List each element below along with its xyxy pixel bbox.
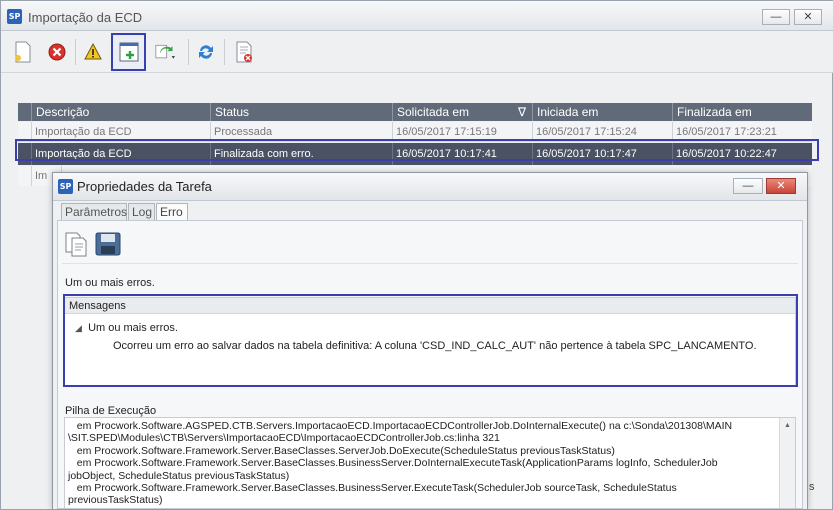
divider: [62, 263, 798, 264]
title-bar: SP Importação da ECD — ✕: [1, 1, 833, 31]
stack-trace-label: Pilha de Execução: [65, 405, 157, 417]
window-title: Importação da ECD: [28, 10, 143, 25]
selected-row-highlight: [15, 139, 819, 161]
tab-erro[interactable]: Erro: [156, 203, 188, 221]
task-properties-dialog: SP Propriedades da Tarefa — ✕ Parâmetros…: [52, 172, 808, 510]
column-header-solicitada-label: Solicitada em: [397, 105, 470, 119]
stack-trace-text: em Procwork.Software.AGSPED.CTB.Servers.…: [68, 420, 733, 507]
dialog-title: Propriedades da Tarefa: [77, 179, 212, 194]
app-logo-icon: SP: [7, 9, 22, 24]
close-button[interactable]: ✕: [794, 9, 822, 25]
messages-highlight: [63, 294, 798, 387]
delete-icon: [48, 43, 66, 61]
toolbar: [1, 31, 833, 73]
save-icon: [95, 232, 121, 256]
column-header-descricao[interactable]: Descrição: [32, 103, 211, 121]
refresh-icon: [199, 45, 213, 59]
copy-button[interactable]: [64, 229, 88, 257]
tab-parametros[interactable]: Parâmetros: [61, 203, 127, 221]
toolbar-separator: [188, 39, 189, 65]
delete-document-button[interactable]: [228, 35, 260, 69]
app-logo-icon: SP: [58, 179, 73, 194]
toolbar-separator: [224, 39, 225, 65]
dialog-minimize-button[interactable]: —: [733, 178, 763, 194]
stack-trace-box[interactable]: em Procwork.Software.AGSPED.CTB.Servers.…: [64, 417, 796, 509]
error-panel: Um ou mais erros. Mensagens ◢ Um ou mais…: [57, 220, 803, 509]
scroll-up-arrow-icon[interactable]: ▲: [784, 422, 791, 429]
warning-button[interactable]: [77, 35, 109, 69]
dialog-close-button[interactable]: ✕: [766, 178, 796, 194]
export-dropdown-icon: [155, 44, 175, 59]
background-text-fragment: s: [809, 481, 815, 493]
delete-button[interactable]: [41, 35, 73, 69]
minimize-button[interactable]: —: [762, 9, 790, 25]
column-header-status[interactable]: Status: [211, 103, 393, 121]
error-summary: Um ou mais erros.: [65, 277, 155, 289]
warning-icon: [84, 42, 102, 60]
sort-descending-icon: ∇: [517, 105, 526, 119]
new-icon: [15, 41, 31, 63]
tab-log[interactable]: Log: [128, 203, 155, 221]
column-header-iniciada[interactable]: Iniciada em: [533, 103, 673, 121]
dialog-title-bar: SP Propriedades da Tarefa — ✕: [53, 173, 807, 201]
copy-icon: [65, 232, 87, 257]
column-header-solicitada[interactable]: Solicitada em ∇: [393, 103, 533, 121]
toolbar-separator: [75, 39, 76, 65]
add-task-button[interactable]: [111, 33, 146, 71]
stack-trace-scrollbar[interactable]: ▲: [779, 418, 795, 508]
add-task-icon: [119, 42, 139, 62]
grid-header: Descrição Status Solicitada em ∇ Iniciada…: [18, 103, 812, 121]
refresh-button[interactable]: [190, 35, 222, 69]
delete-document-icon: [236, 41, 252, 63]
column-header-finalizada[interactable]: Finalizada em: [673, 103, 812, 121]
export-dropdown-button[interactable]: [149, 35, 185, 69]
new-button[interactable]: [7, 35, 39, 69]
row-indicator-header: [18, 103, 32, 121]
row-indicator: [18, 166, 32, 186]
save-button[interactable]: [94, 229, 122, 257]
